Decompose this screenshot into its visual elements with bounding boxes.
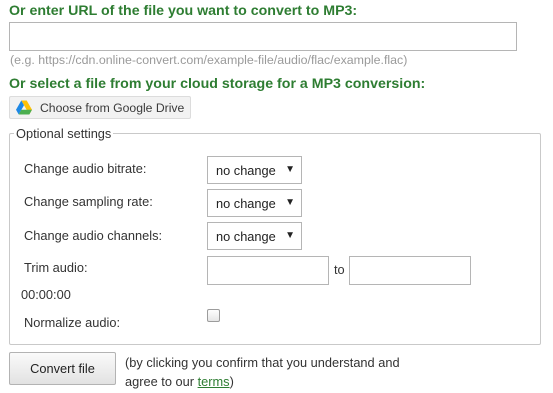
audio-channels-label: Change audio channels: (24, 228, 163, 243)
bitrate-select-value: no change (216, 162, 276, 178)
normalize-audio-label: Normalize audio: (24, 315, 121, 330)
trim-start-input[interactable] (207, 256, 329, 285)
terms-notice-line1: (by clicking you confirm that you unders… (125, 355, 400, 370)
trim-time-display: 00:00:00 (21, 287, 71, 302)
google-drive-label: Choose from Google Drive (40, 100, 185, 115)
bitrate-select[interactable]: no change ▼ (207, 156, 302, 184)
trim-audio-label: Trim audio: (24, 260, 88, 275)
optional-settings-legend: Optional settings (14, 126, 114, 141)
google-drive-button[interactable]: Choose from Google Drive (9, 96, 191, 119)
google-drive-icon (16, 100, 32, 115)
audio-channels-select[interactable]: no change ▼ (207, 222, 302, 250)
normalize-audio-checkbox[interactable] (207, 309, 220, 322)
url-example-hint: (e.g. https://cdn.online-convert.com/exa… (10, 53, 408, 67)
convert-file-button[interactable]: Convert file (9, 352, 116, 385)
bitrate-label: Change audio bitrate: (24, 161, 147, 176)
trim-end-input[interactable] (349, 256, 471, 285)
sampling-rate-select[interactable]: no change ▼ (207, 189, 302, 217)
terms-notice-prefix: agree to our (125, 374, 198, 389)
terms-notice-suffix: ) (229, 374, 234, 389)
url-input[interactable] (9, 22, 517, 51)
terms-link[interactable]: terms (198, 374, 230, 389)
sampling-rate-select-value: no change (216, 195, 276, 211)
cloud-storage-heading: Or select a file from your cloud storage… (9, 76, 426, 92)
audio-channels-select-value: no change (216, 228, 276, 244)
dropdown-arrow-icon: ▼ (285, 230, 295, 241)
sampling-rate-label: Change sampling rate: (24, 194, 153, 209)
conversion-form: Or enter URL of the file you want to con… (0, 0, 553, 393)
trim-to-label: to (334, 262, 345, 277)
dropdown-arrow-icon: ▼ (285, 164, 295, 175)
terms-notice: (by clicking you confirm that you unders… (125, 353, 400, 391)
url-heading: Or enter URL of the file you want to con… (9, 3, 358, 19)
dropdown-arrow-icon: ▼ (285, 197, 295, 208)
